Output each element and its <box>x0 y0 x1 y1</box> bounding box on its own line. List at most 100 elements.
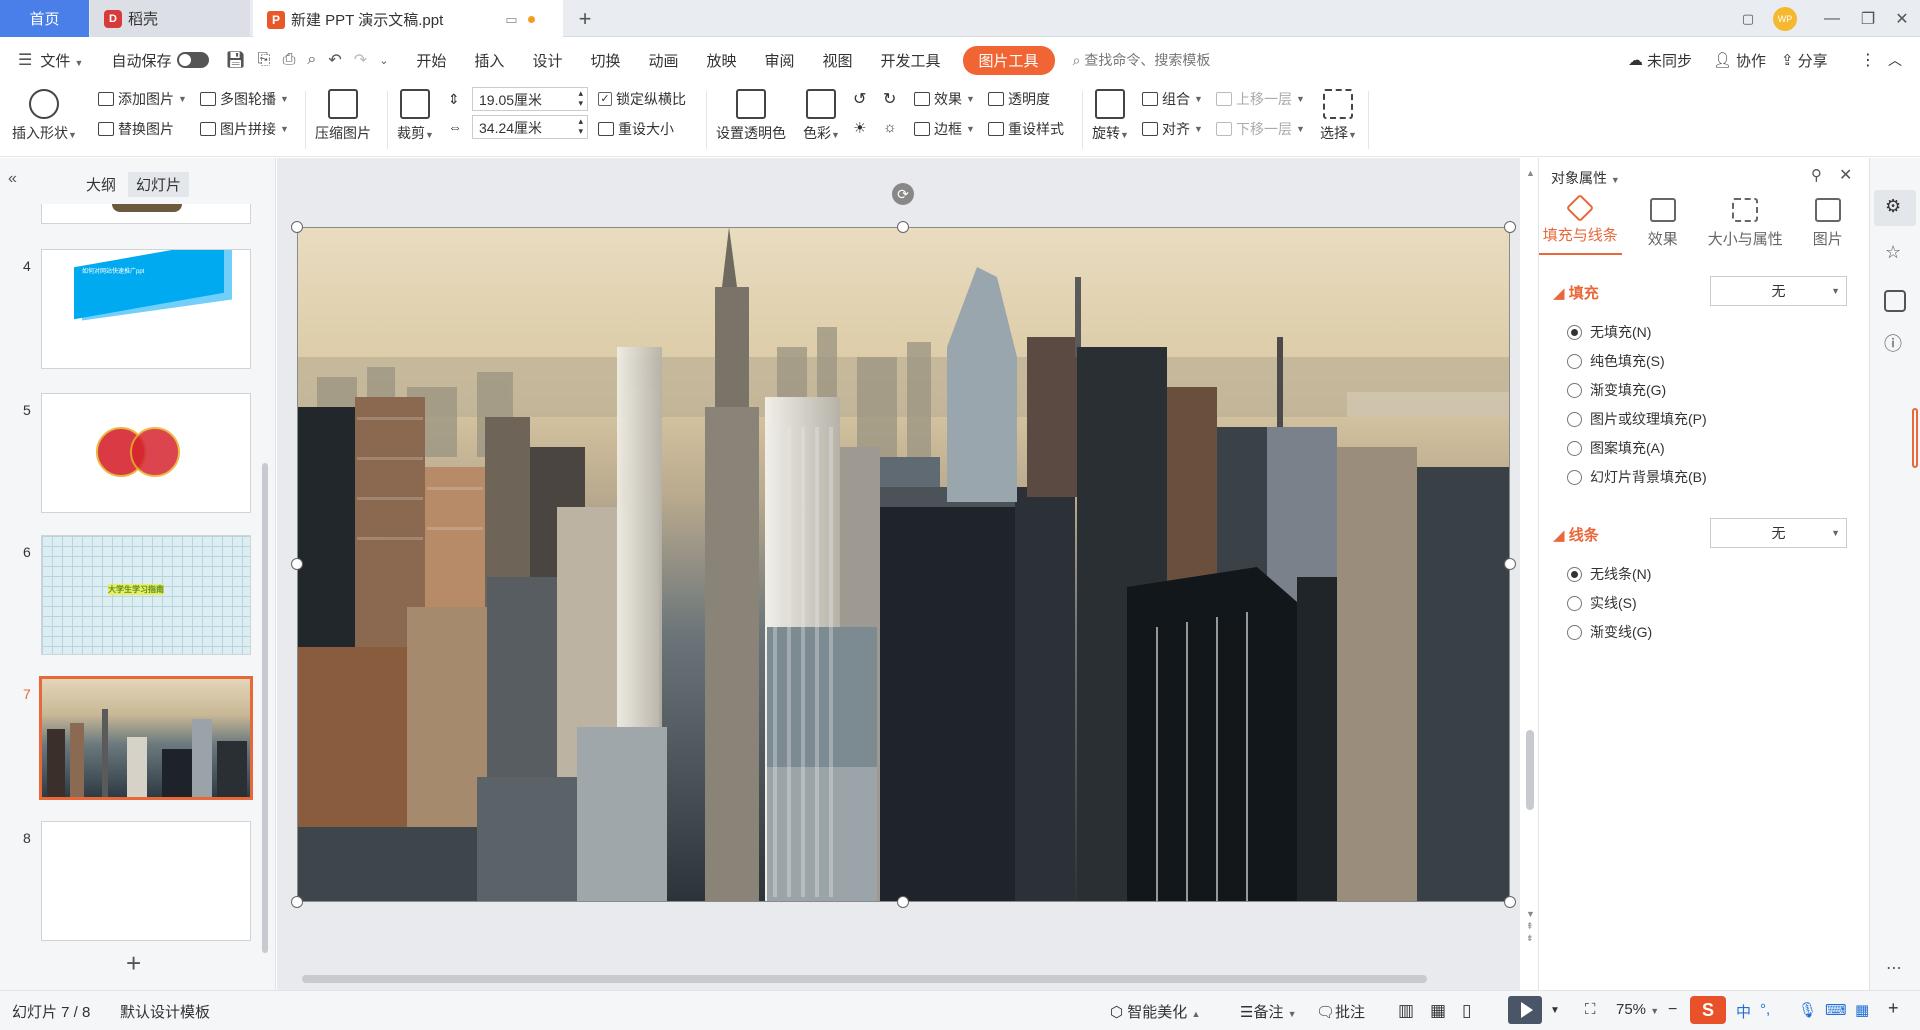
rotate-left-icon[interactable]: ↺ <box>853 89 866 109</box>
microphone-icon[interactable]: 🎙︎ <box>1798 1001 1817 1019</box>
tab-picture-tools[interactable]: 图片工具 <box>962 45 1055 75</box>
slides-view-icon[interactable] <box>1884 290 1906 312</box>
tab-daoke[interactable]: D 稻壳 <box>90 0 250 37</box>
slide-thumbnail[interactable] <box>41 821 251 941</box>
save-icon[interactable]: 💾︎ <box>219 50 251 70</box>
brightness-up-icon[interactable]: ☀ <box>853 119 866 137</box>
line-section-header[interactable]: ◢ 线条 <box>1553 524 1599 545</box>
radio-background-fill[interactable]: 幻灯片背景填充(B) <box>1567 467 1707 487</box>
horizontal-scrollbar[interactable] <box>302 975 1427 983</box>
print-icon[interactable]: ⎙ <box>277 51 302 69</box>
set-transparent-color-button[interactable]: 设置透明色 <box>716 89 786 143</box>
resize-handle[interactable] <box>1504 558 1516 570</box>
menu-view[interactable]: 视图 <box>809 50 867 71</box>
rotate-handle-icon[interactable]: ⟳ <box>892 183 914 205</box>
height-input[interactable]: 19.05厘米 ▴ ▾ <box>472 87 588 111</box>
menu-transition[interactable]: 切换 <box>576 50 634 71</box>
panel-title[interactable]: 对象属性 ▼ <box>1551 168 1620 188</box>
notes-button[interactable]: ☰备注 ▼ <box>1240 1001 1297 1022</box>
menu-file[interactable]: 文件 ▼ <box>38 50 97 71</box>
resize-handle[interactable] <box>291 221 303 233</box>
collab-button[interactable]: 👤︎ 协作 <box>1713 50 1766 71</box>
menu-review[interactable]: 审阅 <box>751 50 809 71</box>
lock-ratio-checkbox[interactable]: ✓ 锁定纵横比 <box>598 89 686 109</box>
select-button[interactable]: 选择▼ <box>1320 89 1357 143</box>
template-name[interactable]: 默认设计模板 <box>120 1001 210 1022</box>
send-backward-button[interactable]: 下移一层 ▼ <box>1216 119 1305 139</box>
border-button[interactable]: 边框 ▼ <box>914 119 975 139</box>
radio-solid-line[interactable]: 实线(S) <box>1567 593 1637 613</box>
radio-no-fill[interactable]: 无填充(N) <box>1567 322 1651 342</box>
zoom-out-icon[interactable]: − <box>1668 1001 1677 1019</box>
menu-developer[interactable]: 开发工具 <box>867 50 955 71</box>
compress-picture-button[interactable]: 压缩图片 <box>315 89 371 143</box>
comments-button[interactable]: 🗨︎批注 <box>1316 1001 1365 1022</box>
tab-home[interactable]: 首页 <box>0 0 89 37</box>
align-button[interactable]: 对齐 ▼ <box>1142 119 1203 139</box>
spinner-icon[interactable]: ▴ ▾ <box>578 116 583 136</box>
add-slide-button[interactable]: + <box>126 948 141 979</box>
more-chevron-icon[interactable]: ⌄ <box>373 54 394 67</box>
menu-slideshow[interactable]: 放映 <box>692 50 750 71</box>
slide-thumbnail[interactable]: 如何对网站快速推广ppt <box>41 249 251 369</box>
fit-window-icon[interactable]: ⛶ <box>1585 1001 1596 1018</box>
punctuation-icon[interactable]: °, <box>1760 1001 1770 1018</box>
pin-icon[interactable]: ⚲ <box>1811 166 1822 184</box>
tab-picture[interactable]: 图片 <box>1787 198 1870 255</box>
share-button[interactable]: ⇪ 分享 <box>1781 50 1828 71</box>
export-pdf-icon[interactable]: ⎘ <box>252 51 277 69</box>
collapse-panel-icon[interactable]: « <box>8 170 17 188</box>
tab-effects[interactable]: 效果 <box>1622 198 1705 255</box>
insert-shape-button[interactable]: 插入形状▼ <box>12 89 77 143</box>
minimize-button[interactable]: — <box>1814 0 1850 37</box>
radio-gradient-line[interactable]: 渐变线(G) <box>1567 622 1652 642</box>
bring-forward-button[interactable]: 上移一层 ▼ <box>1216 89 1305 109</box>
resize-handle[interactable] <box>291 896 303 908</box>
radio-gradient-fill[interactable]: 渐变填充(G) <box>1567 380 1666 400</box>
play-options-chevron-icon[interactable]: ▼ <box>1550 1005 1560 1016</box>
ime-toolbox-icon[interactable]: ▦ <box>1855 1001 1869 1019</box>
print-preview-icon[interactable]: ⌕ <box>301 51 322 69</box>
undo-icon[interactable]: ↶ <box>322 50 347 70</box>
multi-carousel-button[interactable]: 多图轮播 ▼ <box>200 89 289 109</box>
reset-style-button[interactable]: 重设样式 <box>988 119 1064 139</box>
reset-size-button[interactable]: 重设大小 <box>598 119 674 139</box>
resize-handle[interactable] <box>1504 221 1516 233</box>
slide-thumbnail[interactable] <box>41 393 251 513</box>
scroll-down-icon[interactable]: ▼ ⇞ ⇟ <box>1526 908 1535 944</box>
transparency-button[interactable]: 透明度 <box>988 89 1050 109</box>
help-icon[interactable]: ⓘ <box>1884 330 1902 356</box>
width-input[interactable]: 34.24厘米 ▴ ▾ <box>472 115 588 139</box>
slide[interactable]: ⟳ <box>291 183 1516 908</box>
play-slideshow-button[interactable] <box>1508 996 1542 1024</box>
menu-insert[interactable]: 插入 <box>460 50 518 71</box>
reading-view-icon[interactable]: ▯ <box>1462 1001 1471 1021</box>
resize-handle[interactable] <box>291 558 303 570</box>
slide-thumbnail[interactable] <box>41 204 251 224</box>
slide-thumbnail[interactable]: 大学生学习指南 <box>41 535 251 655</box>
resize-handle[interactable] <box>897 896 909 908</box>
rotate-right-icon[interactable]: ↻ <box>883 89 896 109</box>
fill-dropdown[interactable]: 无 ▼ <box>1710 276 1847 306</box>
fill-section-header[interactable]: ◢ 填充 <box>1553 282 1599 303</box>
zoom-level[interactable]: 75% ▼ <box>1616 1001 1659 1018</box>
effect-button[interactable]: 效果 ▼ <box>914 89 975 109</box>
menu-design[interactable]: 设计 <box>518 50 576 71</box>
menu-home[interactable]: 开始 <box>402 50 460 71</box>
zoom-in-icon[interactable]: + <box>1888 998 1899 1019</box>
add-picture-button[interactable]: 添加图片 ▼ <box>98 89 187 109</box>
slide-thumbnail-active[interactable] <box>39 676 253 800</box>
ime-language[interactable]: 中 <box>1736 1001 1751 1022</box>
menu-animation[interactable]: 动画 <box>634 50 692 71</box>
sync-button[interactable]: ☁ 未同步 <box>1628 50 1692 71</box>
scroll-up-icon[interactable]: ▲ <box>1526 168 1535 178</box>
tab-outline[interactable]: 大纲 <box>78 172 124 197</box>
resize-handle[interactable] <box>897 221 909 233</box>
new-tab-button[interactable]: + <box>570 0 600 37</box>
radio-pattern-fill[interactable]: 图案填充(A) <box>1567 438 1665 458</box>
rotate-button[interactable]: 旋转▼ <box>1092 89 1129 143</box>
radio-no-line[interactable]: 无线条(N) <box>1567 564 1651 584</box>
screen-icon[interactable]: ▭ <box>505 12 517 28</box>
radio-solid-fill[interactable]: 纯色填充(S) <box>1567 351 1665 371</box>
sorter-view-icon[interactable]: ▦ <box>1430 1001 1446 1021</box>
